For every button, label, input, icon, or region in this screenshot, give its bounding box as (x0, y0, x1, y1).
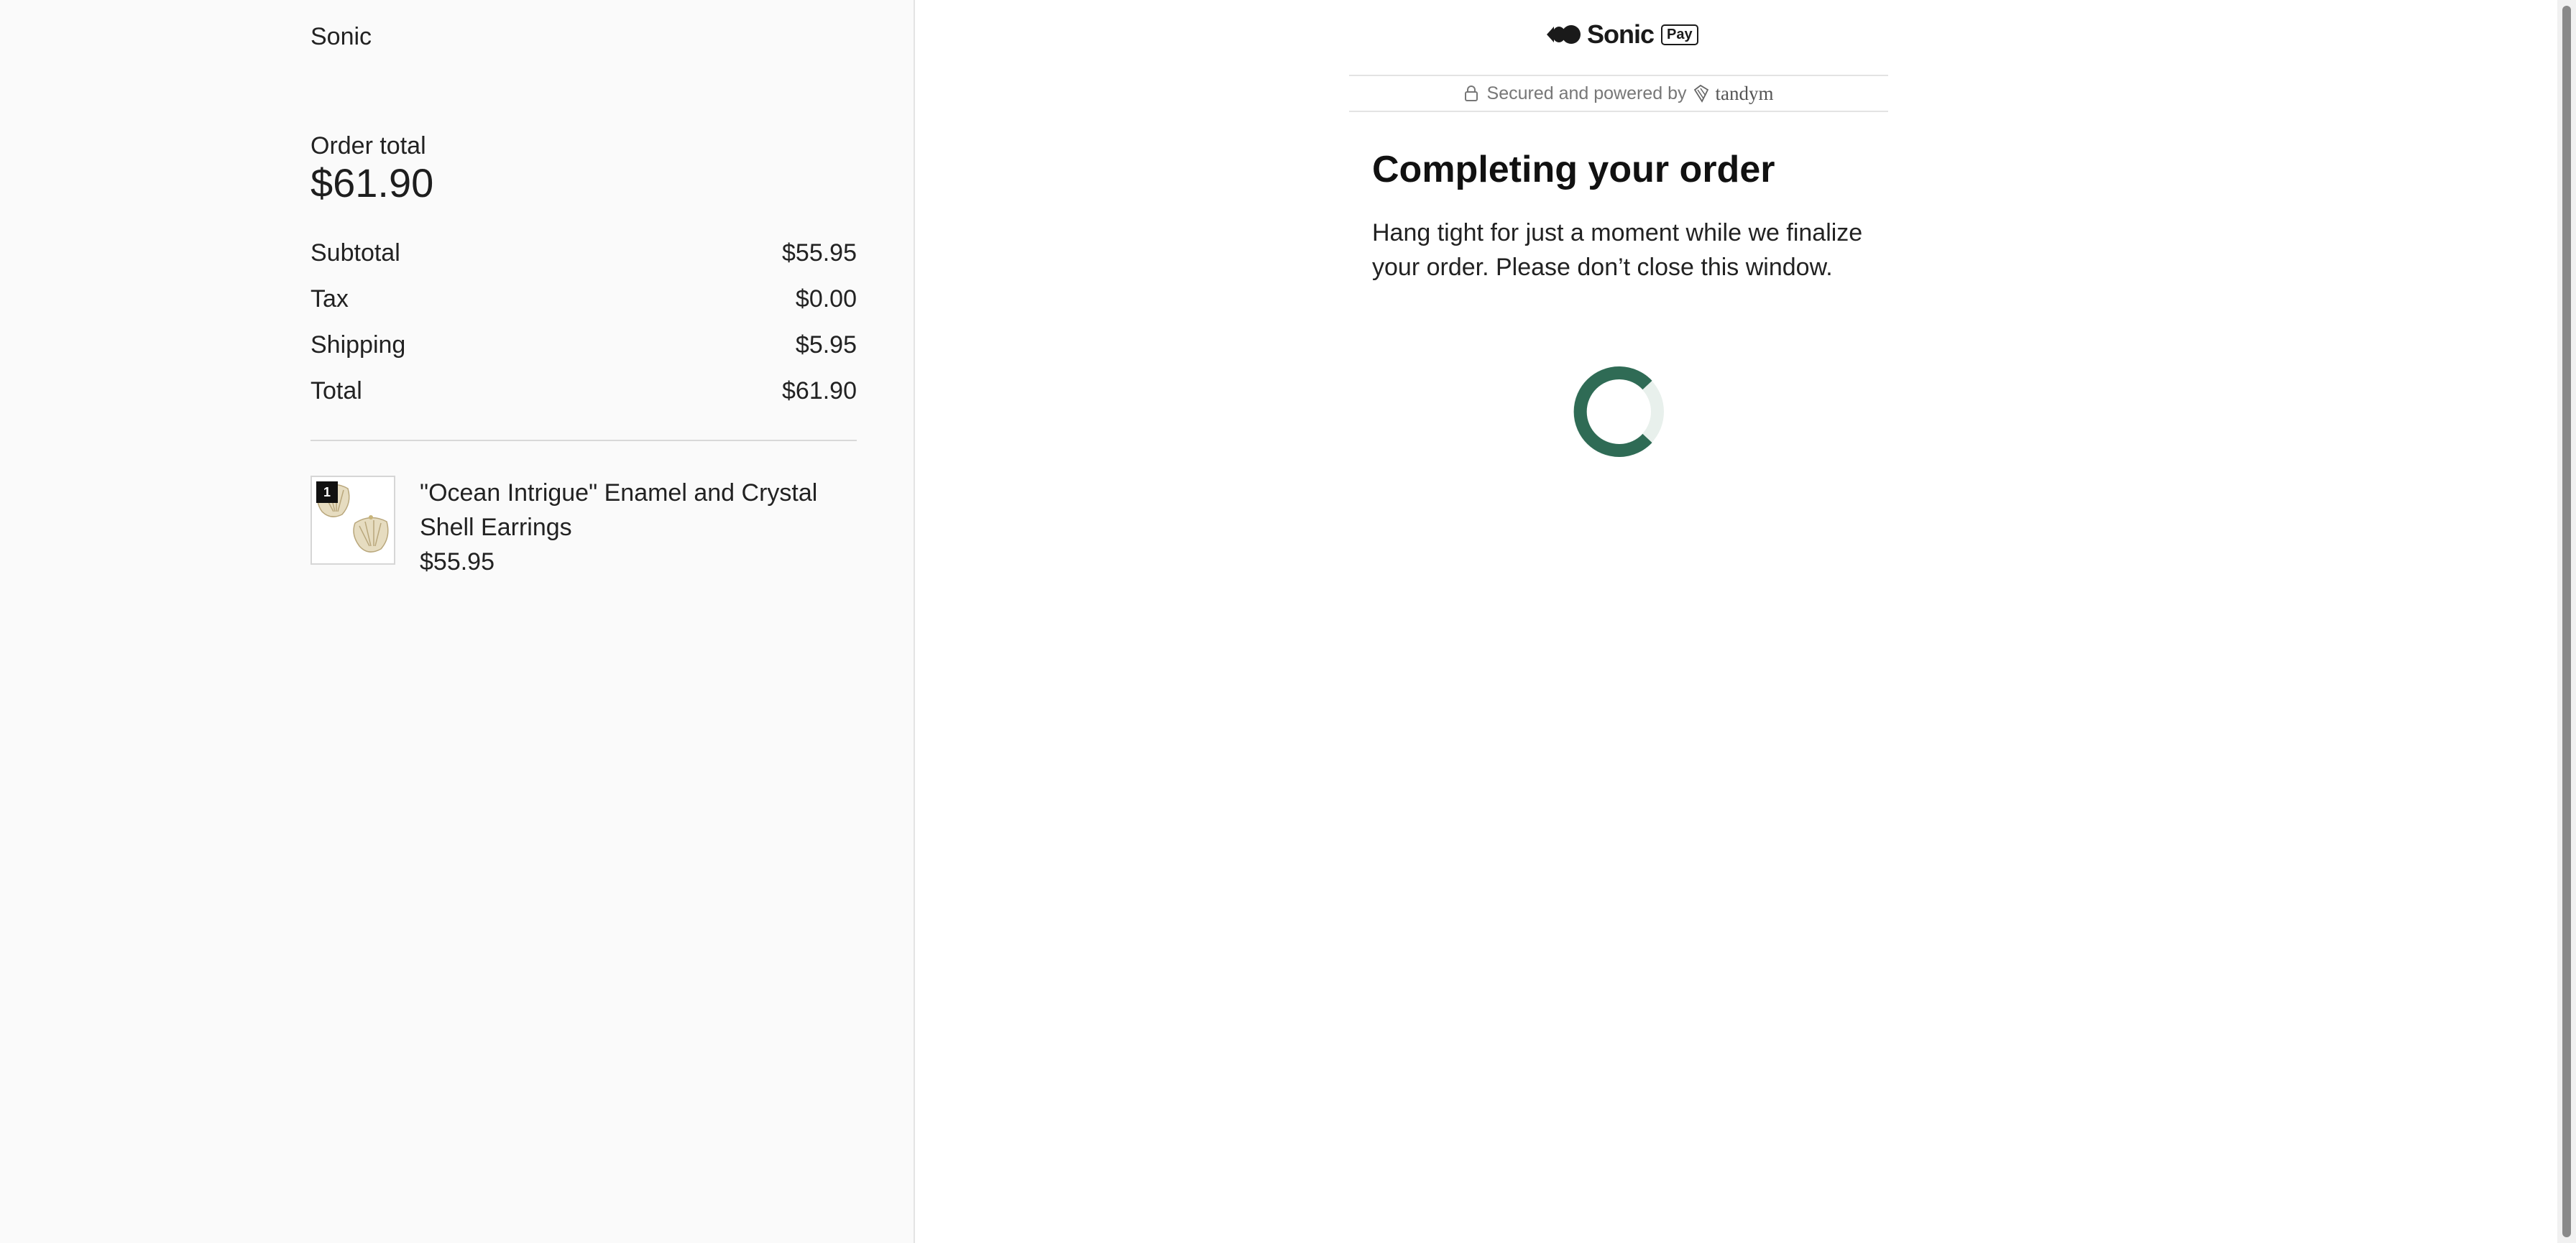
secured-text: Secured and powered by (1486, 83, 1687, 103)
price-breakdown: Subtotal $55.95 Tax $0.00 Shipping $5.95… (310, 230, 857, 414)
sonic-pay-logo: Sonic Pay (1545, 19, 1698, 49)
store-name: Sonic (310, 23, 372, 50)
product-info: "Ocean Intrigue" Enamel and Crystal Shel… (420, 476, 851, 579)
sonic-logo-icon (1545, 24, 1581, 45)
tax-value: $0.00 (795, 285, 857, 313)
tax-label: Tax (310, 285, 349, 313)
summary-divider (310, 440, 857, 441)
tax-row: Tax $0.00 (310, 276, 857, 322)
subtotal-row: Subtotal $55.95 (310, 230, 857, 276)
subtotal-value: $55.95 (782, 239, 857, 267)
lock-icon (1464, 85, 1478, 102)
shipping-row: Shipping $5.95 (310, 322, 857, 368)
page-title: Completing your order (1372, 149, 1775, 190)
secured-banner: Secured and powered by tandym (1349, 75, 1888, 112)
shipping-value: $5.95 (795, 331, 857, 359)
total-label: Total (310, 376, 362, 405)
loading-spinner-icon (1573, 366, 1664, 457)
product-item: 1 "Ocean Intrigue" Enamel and Crystal Sh… (310, 476, 857, 579)
pay-badge: Pay (1661, 24, 1698, 45)
checkout-panel: Sonic Pay Secured and powered by tandym … (916, 0, 2557, 1243)
checkout-page: Sonic Order total $61.90 Subtotal $55.95… (0, 0, 2576, 1243)
order-summary-panel: Sonic Order total $61.90 Subtotal $55.95… (0, 0, 915, 1243)
product-price: $55.95 (420, 548, 494, 576)
order-total-label: Order total (310, 132, 426, 160)
product-name: "Ocean Intrigue" Enamel and Crystal Shel… (420, 479, 818, 541)
vertical-scrollbar[interactable] (2557, 0, 2576, 1243)
partner-name: tandym (1715, 82, 1774, 104)
total-value: $61.90 (782, 376, 857, 405)
order-total-value: $61.90 (310, 160, 434, 205)
scrollbar-thumb[interactable] (2562, 6, 2571, 1237)
subtotal-label: Subtotal (310, 239, 400, 267)
shipping-label: Shipping (310, 331, 406, 359)
brand-name: Sonic (1587, 19, 1655, 49)
total-row: Total $61.90 (310, 368, 857, 414)
status-message: Hang tight for just a moment while we fi… (1372, 219, 1863, 281)
quantity-badge: 1 (316, 481, 338, 503)
product-thumbnail: 1 (310, 476, 395, 565)
tandym-logo-icon (1692, 84, 1711, 103)
